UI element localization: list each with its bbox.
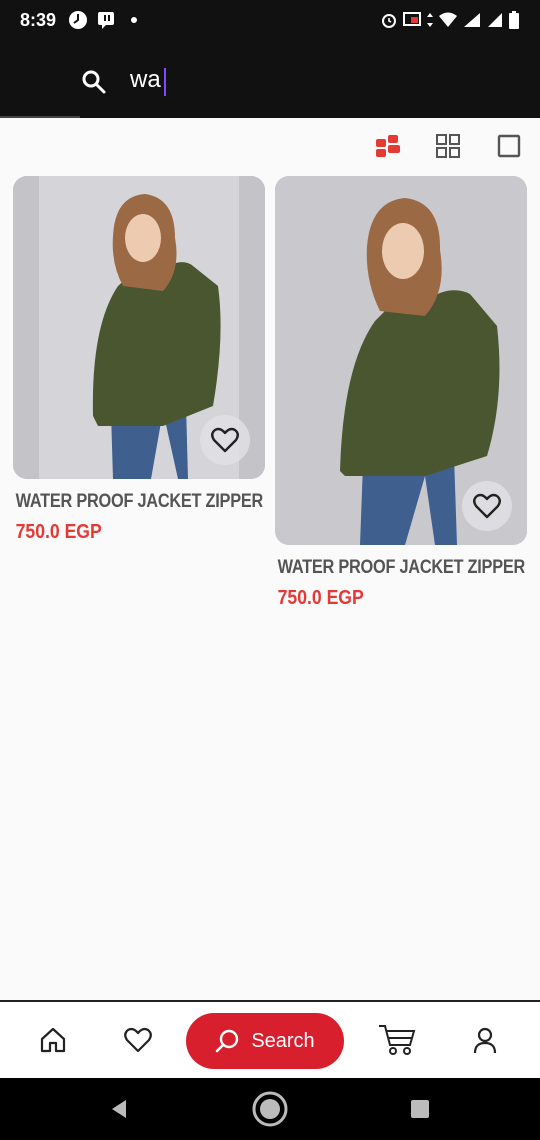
- search-input[interactable]: [130, 60, 490, 100]
- user-icon: [473, 1027, 497, 1054]
- android-nav-bar: [0, 1078, 540, 1140]
- product-image[interactable]: [275, 176, 527, 545]
- product-card[interactable]: WATER PROOF JACKET ZIPPER... 750.0 EGP: [275, 176, 527, 610]
- product-price: 750.0 EGP: [15, 521, 102, 543]
- square-icon: [497, 134, 521, 158]
- heart-icon: [211, 427, 239, 453]
- text-cursor: [164, 68, 166, 96]
- search-icon: [80, 68, 108, 96]
- back-triangle-icon: [112, 1100, 126, 1118]
- cart-icon: [379, 1025, 416, 1055]
- product-image[interactable]: [13, 176, 265, 479]
- data-arrows-icon: [427, 13, 433, 27]
- home-nav-button[interactable]: [251, 1090, 289, 1128]
- nav-account[interactable]: [465, 1020, 505, 1060]
- cast-icon: [403, 12, 421, 26]
- wifi-icon: [439, 12, 457, 27]
- status-time: 8:39: [20, 9, 57, 30]
- heart-icon: [473, 493, 501, 519]
- single-view-button[interactable]: [491, 128, 527, 164]
- clock-app-icon: [68, 10, 88, 30]
- recents-square-icon: [411, 1100, 429, 1118]
- favorite-button[interactable]: [462, 481, 512, 531]
- bottom-nav: Search: [0, 1000, 540, 1078]
- nav-cart[interactable]: [376, 1020, 418, 1060]
- home-icon: [40, 1027, 66, 1053]
- alarm-icon: [382, 14, 396, 28]
- nav-search-button[interactable]: Search: [186, 1013, 344, 1069]
- battery-icon: [509, 11, 519, 29]
- staggered-grid-icon: [376, 135, 400, 157]
- grid-icon: [436, 134, 460, 158]
- product-name[interactable]: WATER PROOF JACKET ZIPPER...: [275, 557, 525, 579]
- grid-view-button[interactable]: [430, 128, 466, 164]
- product-card[interactable]: WATER PROOF JACKET ZIPPER... 750.0 EGP: [13, 176, 265, 544]
- status-icons: [380, 10, 520, 30]
- back-button[interactable]: [100, 1090, 138, 1128]
- signal-icon: [488, 13, 502, 27]
- nav-favorites[interactable]: [118, 1020, 158, 1060]
- status-bar: 8:39: [0, 0, 540, 40]
- product-price: 750.0 EGP: [277, 587, 364, 609]
- notification-dot-icon: [124, 10, 144, 30]
- recents-button[interactable]: [401, 1090, 439, 1128]
- home-circle-icon: [252, 1091, 288, 1127]
- signal-4g-icon: [464, 13, 480, 27]
- heart-icon: [124, 1027, 152, 1053]
- search-underline: [0, 116, 80, 118]
- view-toggles: [0, 128, 540, 164]
- product-name[interactable]: WATER PROOF JACKET ZIPPER...: [13, 491, 263, 513]
- twitch-icon: [96, 10, 116, 30]
- search-icon: [216, 1029, 239, 1053]
- nav-home[interactable]: [33, 1020, 73, 1060]
- search-bar: [0, 40, 540, 118]
- nav-search-label: Search: [251, 1029, 315, 1052]
- favorite-button[interactable]: [200, 415, 250, 465]
- staggered-view-button[interactable]: [370, 128, 406, 164]
